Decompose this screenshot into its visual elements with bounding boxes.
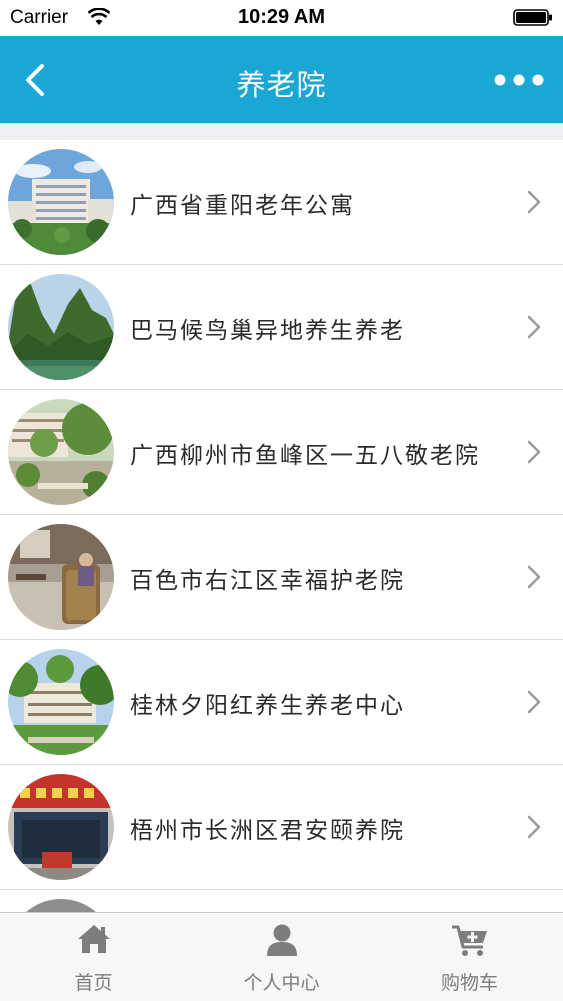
list-item-label: 巴马候鸟巢异地养生养老 <box>130 318 405 344</box>
more-options-button[interactable] <box>493 68 545 92</box>
page-title: 养老院 <box>236 68 327 102</box>
chevron-right-icon <box>527 815 541 839</box>
chevron-right-icon <box>527 690 541 714</box>
chevron-right-icon <box>527 440 541 464</box>
list-item[interactable] <box>0 890 563 912</box>
cart-icon <box>451 925 487 956</box>
home-icon <box>77 925 110 953</box>
nursing-home-photo <box>8 649 114 755</box>
tab-label: 购物车 <box>440 972 498 994</box>
list-item[interactable]: 梧州市长洲区君安颐养院 <box>0 765 563 890</box>
navigation-bar: 养老院 <box>0 36 563 123</box>
list-item[interactable]: 广西省重阳老年公寓 <box>0 140 563 265</box>
tab-personal-center[interactable]: 个人中心 <box>188 913 375 1001</box>
nursing-home-photo <box>8 149 114 255</box>
tab-home[interactable]: 首页 <box>0 913 187 1001</box>
battery-icon <box>513 9 552 26</box>
list-item-label: 广西省重阳老年公寓 <box>130 193 355 219</box>
status-time: 10:29 AM <box>237 6 326 28</box>
tab-label: 个人中心 <box>243 972 320 994</box>
user-icon <box>266 924 297 956</box>
list-item[interactable]: 广西柳州市鱼峰区一五八敬老院 <box>0 390 563 515</box>
list-item[interactable]: 桂林夕阳红养生养老中心 <box>0 640 563 765</box>
tab-label: 首页 <box>74 972 113 994</box>
list-item[interactable]: 巴马候鸟巢异地养生养老 <box>0 265 563 390</box>
nursing-home-photo <box>8 524 114 630</box>
chevron-right-icon <box>527 565 541 589</box>
chevron-right-icon <box>527 190 541 214</box>
chevron-right-icon <box>527 315 541 339</box>
nursing-home-photo <box>8 899 114 912</box>
nursing-home-photo <box>8 399 114 505</box>
tab-bar: 首页 个人中心 购物车 <box>0 912 563 1001</box>
list-item-label: 梧州市长洲区君安颐养院 <box>130 818 405 844</box>
list-item-label: 百色市右江区幸福护老院 <box>130 568 405 594</box>
nursing-home-list: 广西省重阳老年公寓 巴马候鸟巢异地养生养老 广西柳州市鱼峰区一五八敬老院 百色市… <box>0 140 563 912</box>
tab-cart[interactable]: 购物车 <box>376 913 563 1001</box>
nursing-home-photo <box>8 774 114 880</box>
list-item-label: 桂林夕阳红养生养老中心 <box>130 693 405 719</box>
list-item-label: 广西柳州市鱼峰区一五八敬老院 <box>130 443 480 469</box>
nursing-home-photo <box>8 274 114 380</box>
list-item[interactable]: 百色市右江区幸福护老院 <box>0 515 563 640</box>
status-bar: Carrier 10:29 AM <box>0 0 563 36</box>
